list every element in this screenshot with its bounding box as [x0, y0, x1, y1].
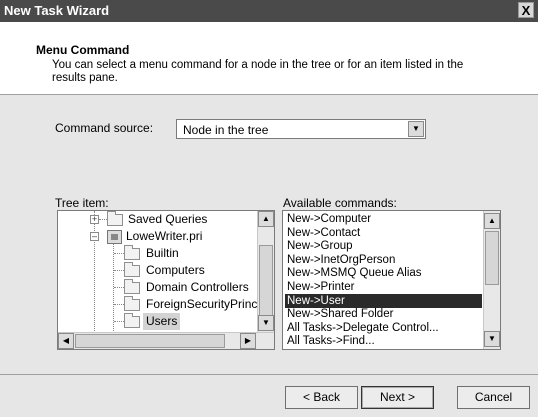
tree-connector: [114, 287, 124, 288]
wizard-header: Menu Command You can select a menu comma…: [0, 22, 538, 95]
scroll-down-icon[interactable]: ▼: [484, 331, 500, 347]
tree-item-text: Domain Controllers: [146, 280, 249, 294]
folder-icon: [124, 279, 140, 294]
title-bar: New Task Wizard X: [0, 0, 538, 22]
expand-icon[interactable]: +: [90, 215, 99, 224]
command-source-label: Command source:: [55, 121, 154, 135]
tree-horizontal-scrollbar[interactable]: ◀ ▶: [58, 332, 274, 349]
page-description: You can select a menu command for a node…: [52, 59, 464, 84]
tree-connector: [114, 270, 124, 271]
page-title: Menu Command: [36, 43, 130, 57]
commands-vertical-scrollbar[interactable]: ▲ ▼: [483, 211, 500, 349]
command-item[interactable]: New->Group: [285, 239, 482, 253]
scroll-right-icon[interactable]: ▶: [240, 333, 256, 349]
tree-item-domain[interactable]: – LoweWriter.pri: [58, 228, 258, 245]
scroll-left-icon[interactable]: ◀: [58, 333, 74, 349]
collapse-icon[interactable]: –: [90, 232, 99, 241]
tree-vertical-scrollbar[interactable]: ▲ ▼: [257, 211, 274, 332]
window-title: New Task Wizard: [4, 3, 110, 18]
folder-icon: [107, 211, 123, 226]
command-item[interactable]: All Tasks->Delegate Control...: [285, 321, 482, 335]
tree-item-text: Builtin: [146, 246, 179, 260]
back-button[interactable]: < Back: [285, 386, 358, 409]
command-item[interactable]: New->Computer: [285, 212, 482, 226]
tree-connector: [114, 253, 124, 254]
tree-item-builtin[interactable]: Builtin: [58, 245, 258, 262]
scroll-thumb[interactable]: [259, 245, 273, 317]
footer-divider: [0, 374, 538, 375]
chevron-down-icon[interactable]: ▼: [408, 121, 424, 137]
command-item[interactable]: New->InetOrgPerson: [285, 253, 482, 267]
tree-item-saved-queries[interactable]: + Saved Queries: [58, 211, 258, 228]
tree-item-computers[interactable]: Computers: [58, 262, 258, 279]
tree-item-text: LoweWriter.pri: [126, 229, 203, 243]
command-item[interactable]: New->MSMQ Queue Alias: [285, 266, 482, 280]
tree-connector: [114, 321, 124, 322]
command-item[interactable]: New->Contact: [285, 226, 482, 240]
tree-view[interactable]: + Saved Queries – LoweWriter.pri Builtin…: [57, 210, 275, 350]
command-item[interactable]: New->Printer: [285, 280, 482, 294]
tree-item-domain-controllers[interactable]: Domain Controllers: [58, 279, 258, 296]
folder-icon: [124, 313, 140, 328]
folder-icon: [124, 296, 140, 311]
scroll-thumb[interactable]: [485, 231, 499, 285]
next-button[interactable]: Next >: [361, 386, 434, 409]
scroll-up-icon[interactable]: ▲: [484, 213, 500, 229]
folder-icon: [124, 245, 140, 260]
tree-connector: [99, 219, 107, 220]
available-commands-label: Available commands:: [283, 196, 397, 210]
tree-item-text: Saved Queries: [128, 212, 208, 226]
tree-item-text: Computers: [146, 263, 205, 277]
command-item[interactable]: New->Shared Folder: [285, 307, 482, 321]
scroll-up-icon[interactable]: ▲: [258, 211, 274, 227]
tree-item-foreign-security-principals[interactable]: ForeignSecurityPrincip: [58, 296, 258, 313]
tree-item-text: Users: [143, 313, 181, 330]
tree-item-text: ForeignSecurityPrincip: [146, 297, 258, 311]
scroll-down-icon[interactable]: ▼: [258, 315, 274, 331]
scroll-thumb[interactable]: [75, 334, 225, 348]
available-commands-list[interactable]: New->Computer New->Contact New->Group New->…: [282, 210, 501, 350]
cancel-button[interactable]: Cancel: [457, 386, 530, 409]
tree-connector: [114, 304, 124, 305]
folder-icon: [124, 262, 140, 277]
command-item[interactable]: New->User: [285, 293, 482, 308]
command-item[interactable]: All Tasks->Find...: [285, 334, 482, 348]
close-icon[interactable]: X: [518, 2, 534, 18]
tree-item-label: Tree item:: [55, 196, 109, 210]
command-source-dropdown[interactable]: Node in the tree ▼: [176, 119, 426, 139]
command-source-value: Node in the tree: [183, 123, 269, 137]
domain-icon: [107, 230, 122, 244]
tree-item-users[interactable]: Users: [58, 313, 258, 330]
